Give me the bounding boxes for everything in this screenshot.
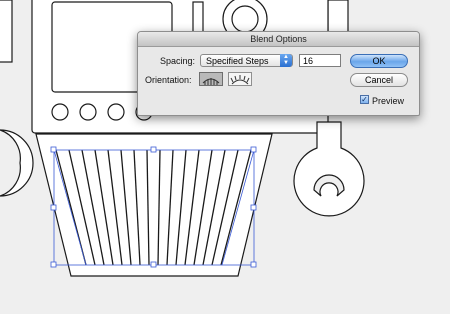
- ok-button[interactable]: OK: [350, 54, 408, 68]
- selection-handle-tm: [150, 146, 157, 153]
- orientation-label: Orientation:: [145, 75, 192, 85]
- align-to-page-button[interactable]: [199, 72, 223, 86]
- spacing-label: Spacing:: [160, 56, 196, 66]
- spacing-select[interactable]: Specified Steps ▲ ▼: [200, 54, 293, 67]
- selection-handle-ml: [50, 204, 57, 211]
- align-to-path-button[interactable]: [228, 72, 252, 86]
- preview-label: Preview: [372, 96, 405, 106]
- dialog-title: Blend Options: [138, 32, 419, 47]
- head-button-2: [79, 103, 97, 121]
- left-shoulder: [0, 0, 13, 63]
- head-knob-inner: [231, 5, 259, 33]
- cancel-button[interactable]: Cancel: [350, 73, 408, 87]
- spacing-select-value: Specified Steps: [206, 56, 269, 66]
- selection-handle-bm: [150, 261, 157, 268]
- selection-handle-bl: [50, 261, 57, 268]
- preview-checkbox[interactable]: ✓: [360, 95, 369, 104]
- selection-handle-tr: [250, 146, 257, 153]
- selection-handle-br: [250, 261, 257, 268]
- right-arm-wrench: [293, 121, 365, 217]
- align-to-page-icon: [202, 78, 220, 85]
- align-to-path-icon: [230, 75, 250, 85]
- steps-input[interactable]: [299, 54, 341, 67]
- head-button-3: [107, 103, 125, 121]
- head-side-bar: [192, 1, 204, 33]
- select-arrows-icon: ▲ ▼: [280, 54, 292, 67]
- selection-handle-mr: [250, 204, 257, 211]
- selection-handle-tl: [50, 146, 57, 153]
- blend-options-dialog: Blend Options Spacing: Specified Steps ▲…: [137, 31, 420, 116]
- left-arm: [0, 129, 34, 197]
- head-button-1: [51, 103, 69, 121]
